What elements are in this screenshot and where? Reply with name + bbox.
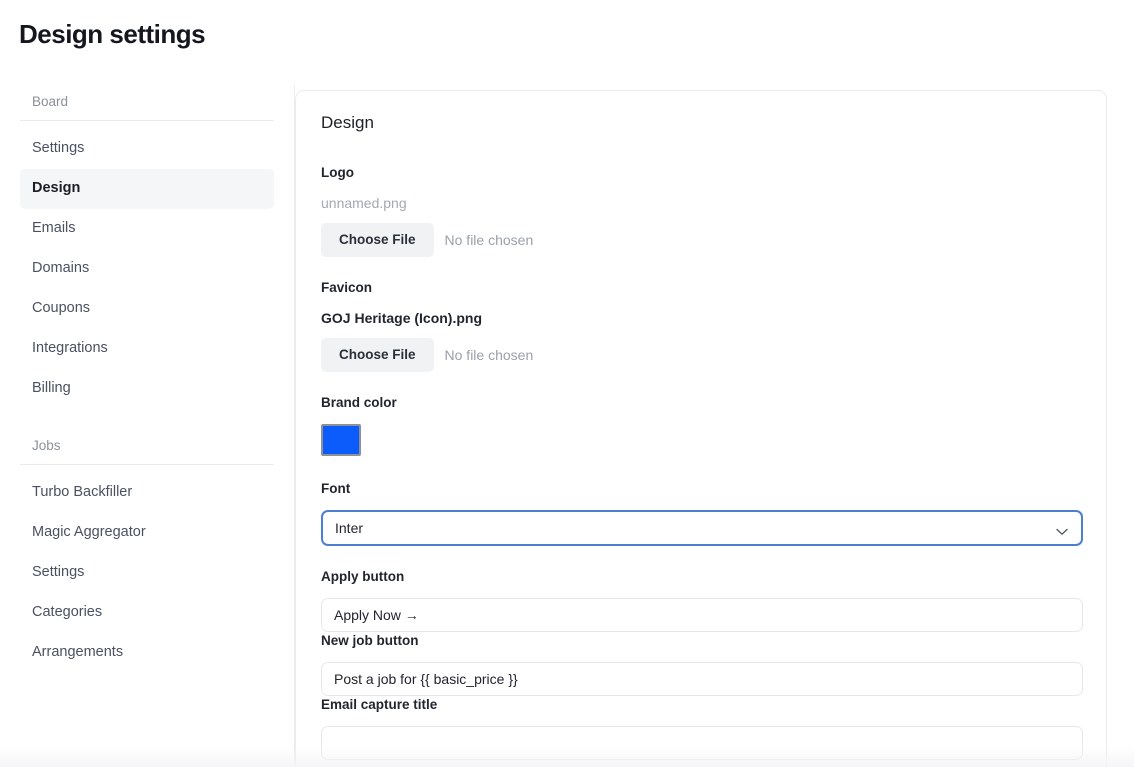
logo-label: Logo	[321, 164, 1083, 182]
sidebar-item-arrangements[interactable]: Arrangements	[20, 633, 274, 673]
brand-color-label: Brand color	[321, 394, 1083, 412]
new-job-button-input[interactable]	[321, 662, 1083, 696]
logo-file-row: Choose File No file chosen	[321, 223, 1083, 257]
sidebar-group-title-board: Board	[20, 85, 274, 120]
design-settings-card: Design Logo unnamed.png Choose File No f…	[295, 90, 1107, 767]
sidebar-item-design[interactable]: Design	[20, 169, 274, 209]
font-label: Font	[321, 480, 1083, 498]
field-new-job-button: New job button	[321, 632, 1083, 696]
logo-current-filename: unnamed.png	[321, 194, 1083, 213]
favicon-no-file-text: No file chosen	[445, 346, 534, 365]
field-font: Font Inter	[321, 480, 1083, 546]
field-email-capture-title: Email capture title	[321, 696, 1083, 760]
sidebar-divider-board	[20, 120, 274, 121]
page-title: Design settings	[19, 18, 205, 50]
favicon-current-filename: GOJ Heritage (Icon).png	[321, 309, 1083, 328]
card-title: Design	[321, 111, 1083, 135]
field-logo: Logo unnamed.png Choose File No file cho…	[321, 164, 1083, 257]
apply-button-input[interactable]	[321, 598, 1083, 632]
field-favicon: Favicon GOJ Heritage (Icon).png Choose F…	[321, 279, 1083, 372]
apply-button-label: Apply button	[321, 568, 1083, 586]
sidebar-divider-jobs	[20, 464, 274, 465]
sidebar-item-domains[interactable]: Domains	[20, 249, 274, 289]
favicon-label: Favicon	[321, 279, 1083, 297]
sidebar-group-board: Board Settings Design Emails Domains Cou…	[0, 85, 294, 409]
sidebar-item-magic-aggregator[interactable]: Magic Aggregator	[20, 513, 274, 553]
font-select-wrap: Inter	[321, 510, 1083, 546]
sidebar-item-jobs-settings[interactable]: Settings	[20, 553, 274, 593]
brand-color-swatch[interactable]	[321, 424, 361, 456]
field-brand-color: Brand color	[321, 394, 1083, 480]
favicon-file-row: Choose File No file chosen	[321, 338, 1083, 372]
sidebar-item-emails[interactable]: Emails	[20, 209, 274, 249]
sidebar-item-categories[interactable]: Categories	[20, 593, 274, 633]
email-capture-title-label: Email capture title	[321, 696, 1083, 714]
email-capture-title-input[interactable]	[321, 726, 1083, 760]
sidebar-item-coupons[interactable]: Coupons	[20, 289, 274, 329]
sidebar-item-turbo-backfiller[interactable]: Turbo Backfiller	[20, 473, 274, 513]
field-apply-button: Apply button	[321, 568, 1083, 632]
sidebar-item-settings[interactable]: Settings	[20, 129, 274, 169]
new-job-button-label: New job button	[321, 632, 1083, 650]
logo-choose-file-button[interactable]: Choose File	[321, 223, 434, 257]
favicon-choose-file-button[interactable]: Choose File	[321, 338, 434, 372]
sidebar-item-billing[interactable]: Billing	[20, 369, 274, 409]
sidebar-group-title-jobs: Jobs	[20, 429, 274, 464]
design-settings-page: Design settings Board Settings Design Em…	[0, 0, 1134, 767]
font-select[interactable]: Inter	[321, 510, 1083, 546]
sidebar-group-jobs: Jobs Turbo Backfiller Magic Aggregator S…	[0, 429, 294, 673]
sidebar-item-integrations[interactable]: Integrations	[20, 329, 274, 369]
card-content: Design Logo unnamed.png Choose File No f…	[296, 91, 1107, 760]
sidebar: Board Settings Design Emails Domains Cou…	[0, 85, 295, 767]
logo-no-file-text: No file chosen	[445, 231, 534, 250]
